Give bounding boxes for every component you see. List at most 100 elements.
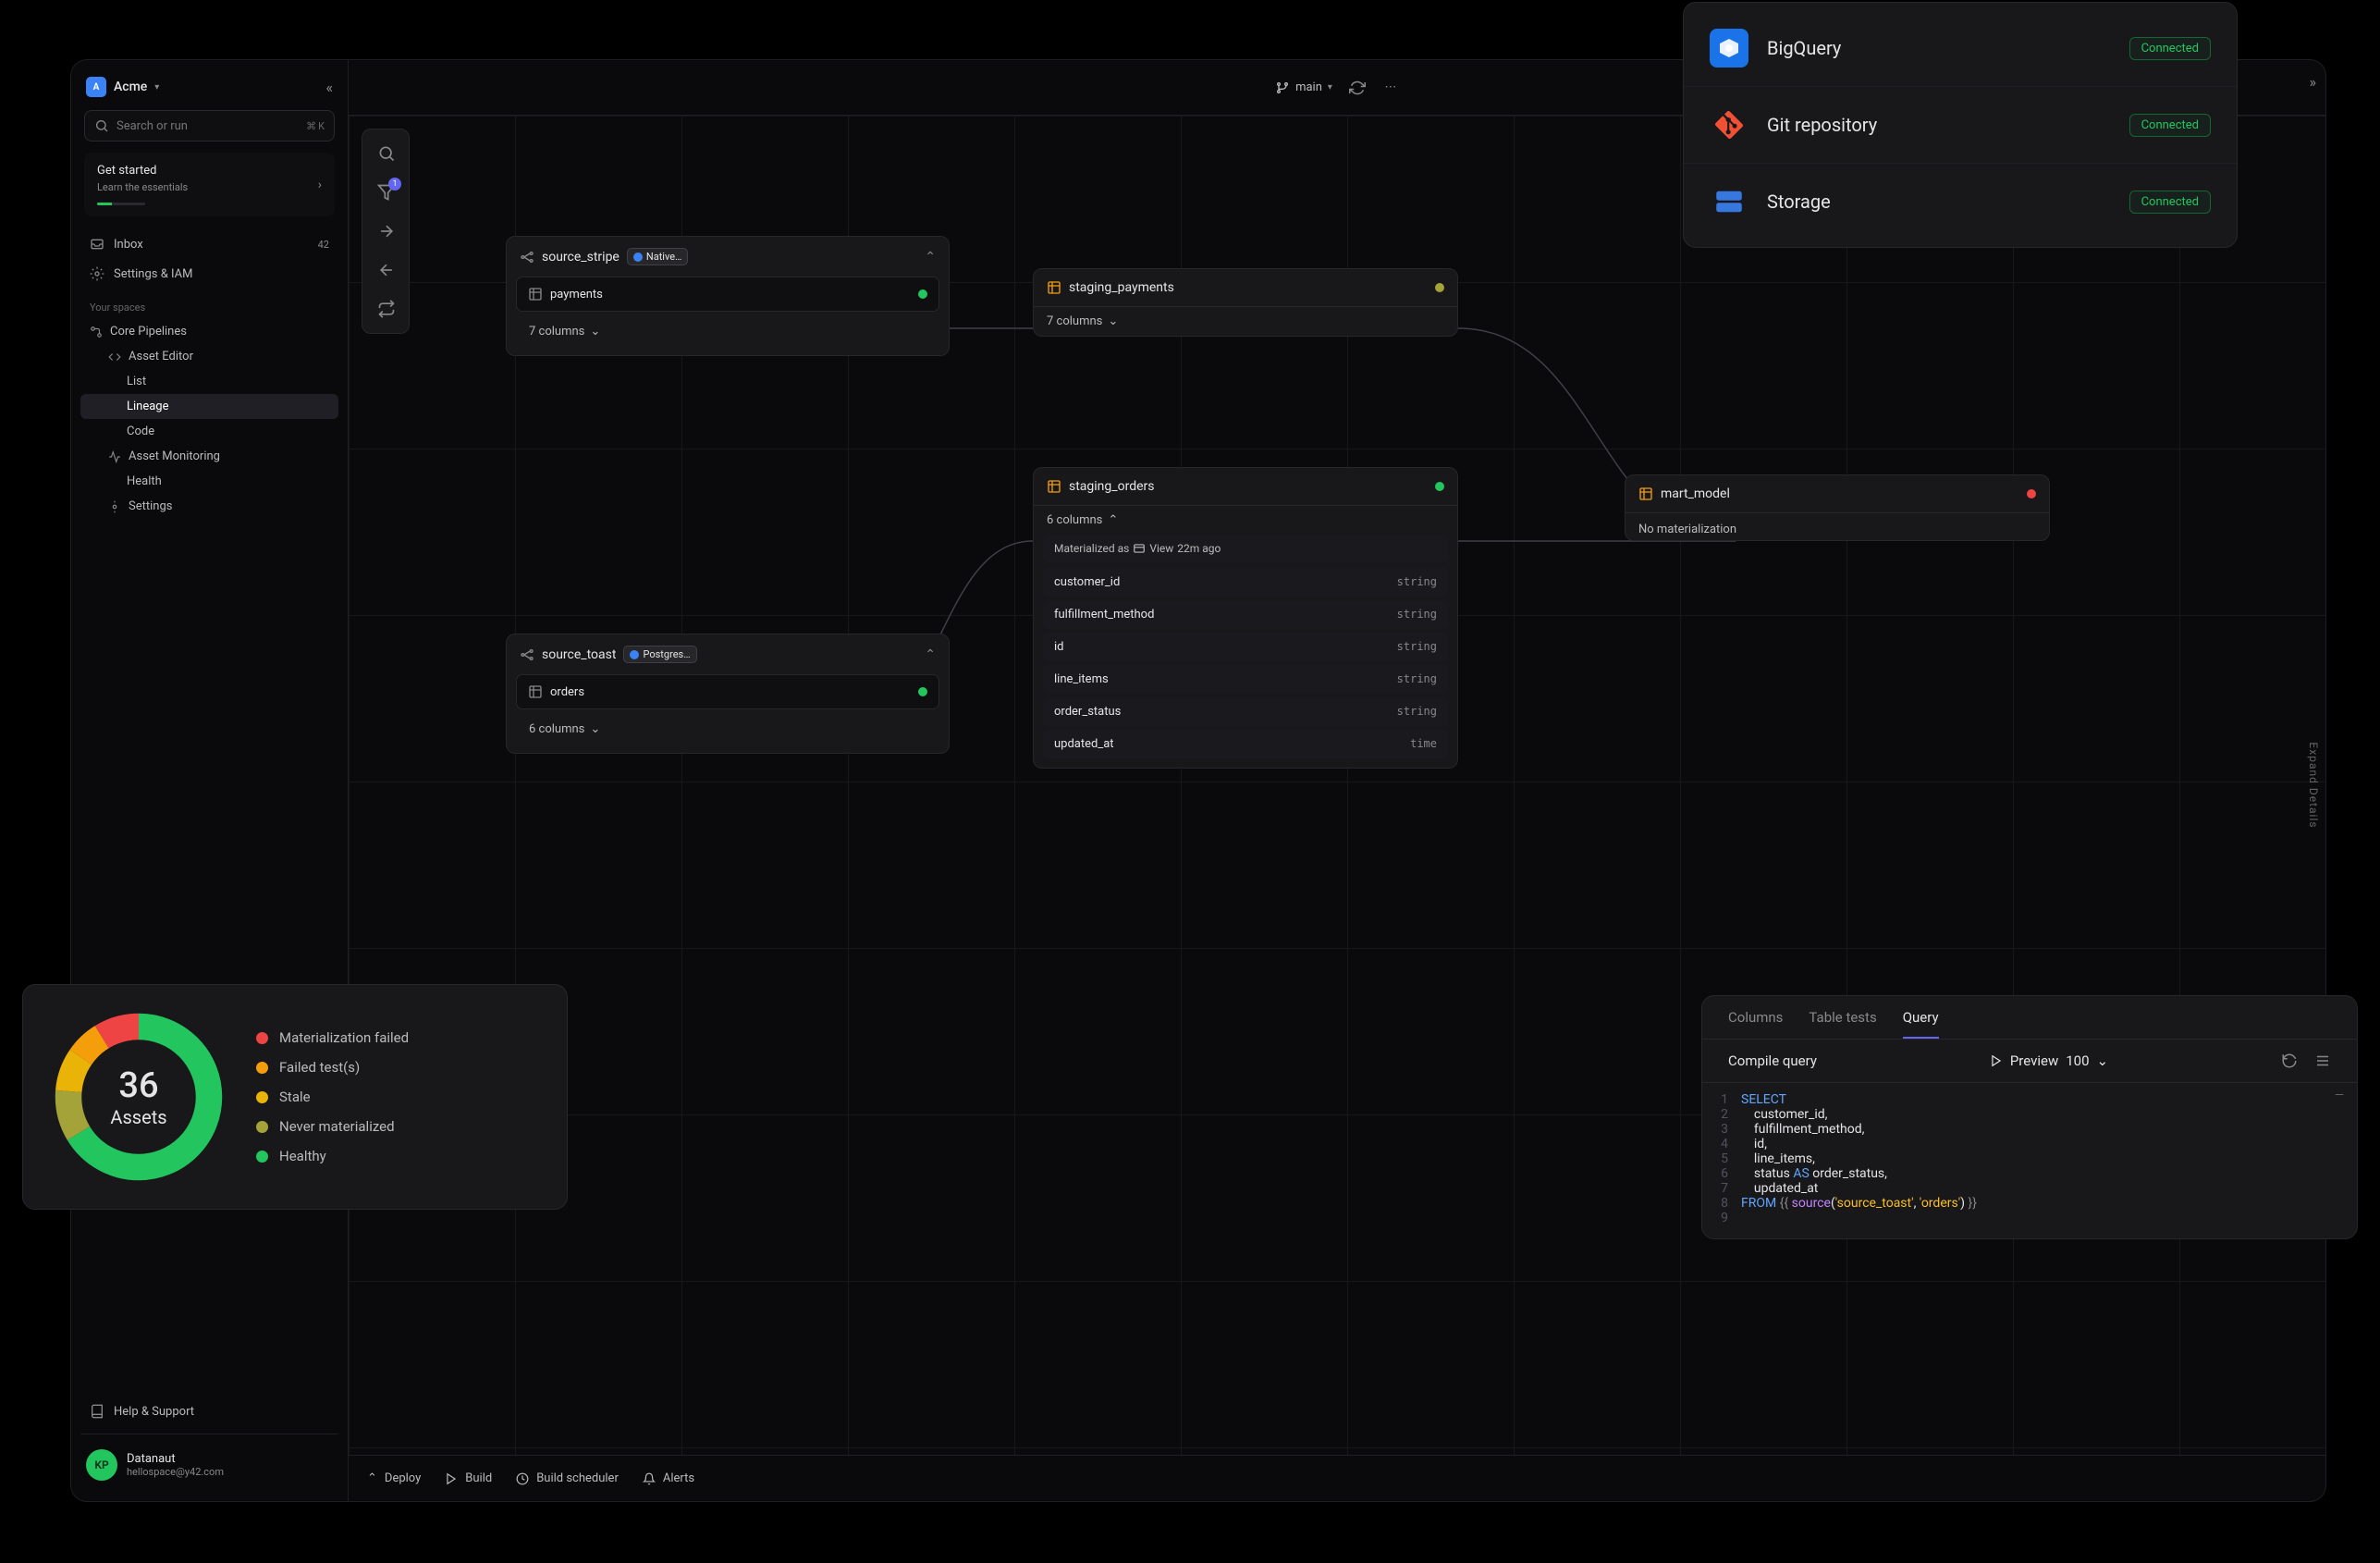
toolbar-back-icon[interactable] (368, 252, 405, 289)
alerts-button[interactable]: Alerts (643, 1471, 694, 1485)
columns-expand[interactable]: 7 columns ⌄ (516, 317, 939, 346)
chevron-down-icon: ⌄ (590, 722, 600, 736)
code-editor[interactable]: — 1SELECT 2 customer_id, 3 fulfillment_m… (1702, 1082, 2357, 1238)
nav-inbox-label: Inbox (114, 238, 143, 252)
column-item[interactable]: idstring (1043, 633, 1448, 661)
workspace-selector[interactable]: A Acme ▾ (86, 77, 159, 97)
assets-summary-card: 36 Assets Materialization failed Failed … (22, 984, 568, 1210)
tab-query[interactable]: Query (1903, 1009, 1939, 1039)
table-name: orders (550, 685, 584, 699)
materialization-status: No materialization (1626, 512, 2049, 540)
chevron-down-icon: ▾ (154, 82, 159, 92)
help-label: Help & Support (114, 1405, 194, 1419)
chevron-up-icon[interactable]: ⌃ (925, 647, 936, 662)
tree-asset-editor-label: Asset Editor (129, 350, 193, 363)
search-input[interactable] (109, 119, 306, 133)
spaces-section-label: Your spaces (80, 289, 338, 319)
tree-settings[interactable]: Settings (80, 494, 338, 519)
assets-label: Assets (110, 1106, 166, 1128)
gear-icon (108, 500, 121, 513)
branch-selector[interactable]: main ▾ (1275, 80, 1332, 95)
integration-storage[interactable]: Storage Connected (1684, 164, 2237, 240)
tree-lineage[interactable]: Lineage (80, 394, 338, 419)
status-dot-icon (918, 687, 927, 696)
node-staging-payments[interactable]: staging_payments 7 columns ⌄ (1033, 268, 1458, 337)
search-box[interactable]: ⌘ K (84, 110, 335, 142)
node-mart-model[interactable]: mart_model No materialization (1625, 474, 2050, 541)
git-icon (1710, 105, 1748, 144)
column-item[interactable]: updated_attime (1043, 730, 1448, 758)
tree-health[interactable]: Health (80, 469, 338, 494)
nav-settings-iam-label: Settings & IAM (114, 267, 192, 281)
column-item[interactable]: customer_idstring (1043, 568, 1448, 597)
model-icon (1047, 479, 1061, 494)
integration-name: Storage (1767, 191, 2111, 213)
adapter-dot-icon (633, 252, 643, 262)
build-button[interactable]: Build (445, 1471, 492, 1485)
collapse-sidebar-icon[interactable]: « (325, 79, 333, 96)
tree-health-label: Health (127, 474, 162, 488)
legend-dot-icon (256, 1121, 268, 1133)
nav-settings-iam[interactable]: Settings & IAM (80, 259, 338, 289)
model-icon (1638, 486, 1653, 501)
tree-asset-monitoring[interactable]: Asset Monitoring (80, 444, 338, 469)
tab-columns[interactable]: Columns (1728, 1009, 1783, 1039)
gear-icon (90, 266, 104, 281)
tree-asset-editor[interactable]: Asset Editor (80, 344, 338, 369)
tree-list[interactable]: List (80, 369, 338, 394)
node-source-stripe[interactable]: source_stripe Native… ⌃ payments (506, 236, 950, 356)
node-staging-orders[interactable]: staging_orders 6 columns ⌃ Materialized … (1033, 467, 1458, 769)
fold-icon[interactable]: — (2335, 1089, 2344, 1102)
get-started-subtitle: Learn the essentials (97, 181, 188, 193)
build-scheduler-button[interactable]: Build scheduler (516, 1471, 619, 1485)
deploy-button[interactable]: ⌃ Deploy (367, 1471, 421, 1485)
refresh-icon[interactable] (1349, 80, 1366, 96)
pipeline-icon (90, 326, 103, 338)
list-icon[interactable] (2314, 1052, 2331, 1069)
expand-details-tab[interactable]: Expand Details (2301, 727, 2325, 843)
tree-code[interactable]: Code (80, 419, 338, 444)
play-icon (1990, 1054, 2003, 1067)
column-item[interactable]: order_statusstring (1043, 697, 1448, 726)
node-source-toast[interactable]: source_toast Postgres… ⌃ orders (506, 634, 950, 754)
toolbar-filter-icon[interactable]: 1 (368, 174, 405, 211)
preview-button[interactable]: Preview 100 ⌄ (1990, 1052, 2108, 1069)
integrations-card: BigQuery Connected Git repository Connec… (1683, 2, 2238, 248)
columns-expand[interactable]: 6 columns ⌄ (516, 715, 939, 744)
toolbar-forward-icon[interactable] (368, 213, 405, 250)
toolbar-search-icon[interactable] (368, 135, 405, 172)
filter-badge: 1 (388, 178, 401, 191)
columns-collapse[interactable]: 6 columns ⌃ (1034, 505, 1457, 535)
column-item[interactable]: fulfillment_methodstring (1043, 600, 1448, 629)
more-icon[interactable]: ⋯ (1382, 80, 1399, 96)
table-row-payments[interactable]: payments (516, 277, 939, 312)
tree-asset-monitoring-label: Asset Monitoring (129, 449, 220, 463)
get-started-card[interactable]: Get started Learn the essentials › (84, 153, 335, 216)
tab-table-tests[interactable]: Table tests (1809, 1009, 1876, 1039)
table-row-orders[interactable]: orders (516, 674, 939, 709)
user-menu[interactable]: KP Datanaut hellospace@y42.com (80, 1442, 338, 1488)
compile-query-button[interactable]: Compile query (1728, 1052, 1817, 1069)
nav-inbox[interactable]: Inbox 42 (80, 229, 338, 259)
tree-list-label: List (127, 375, 146, 388)
history-icon[interactable] (2281, 1052, 2298, 1069)
source-icon (520, 647, 534, 662)
status-badge: Connected (2129, 114, 2211, 137)
help-support[interactable]: Help & Support (80, 1397, 338, 1426)
expand-right-panel-icon[interactable]: » (2310, 73, 2317, 91)
chevron-up-icon[interactable]: ⌃ (925, 250, 936, 265)
toolbar-swap-icon[interactable] (368, 290, 405, 327)
chevron-down-icon: ▾ (1328, 82, 1332, 92)
code-icon (108, 351, 121, 363)
columns-expand[interactable]: 7 columns ⌄ (1034, 306, 1457, 336)
bottom-bar: ⌃ Deploy Build Build scheduler Alerts (349, 1455, 2325, 1501)
table-icon (528, 287, 543, 302)
chevron-right-icon: › (318, 178, 322, 192)
avatar: KP (86, 1449, 117, 1481)
branch-name: main (1295, 80, 1322, 94)
lineage-canvas[interactable]: 1 source_stripe (349, 116, 2325, 1455)
integration-git[interactable]: Git repository Connected (1684, 87, 2237, 164)
column-item[interactable]: line_itemsstring (1043, 665, 1448, 694)
tree-core-pipelines[interactable]: Core Pipelines (80, 319, 338, 344)
integration-bigquery[interactable]: BigQuery Connected (1684, 10, 2237, 87)
